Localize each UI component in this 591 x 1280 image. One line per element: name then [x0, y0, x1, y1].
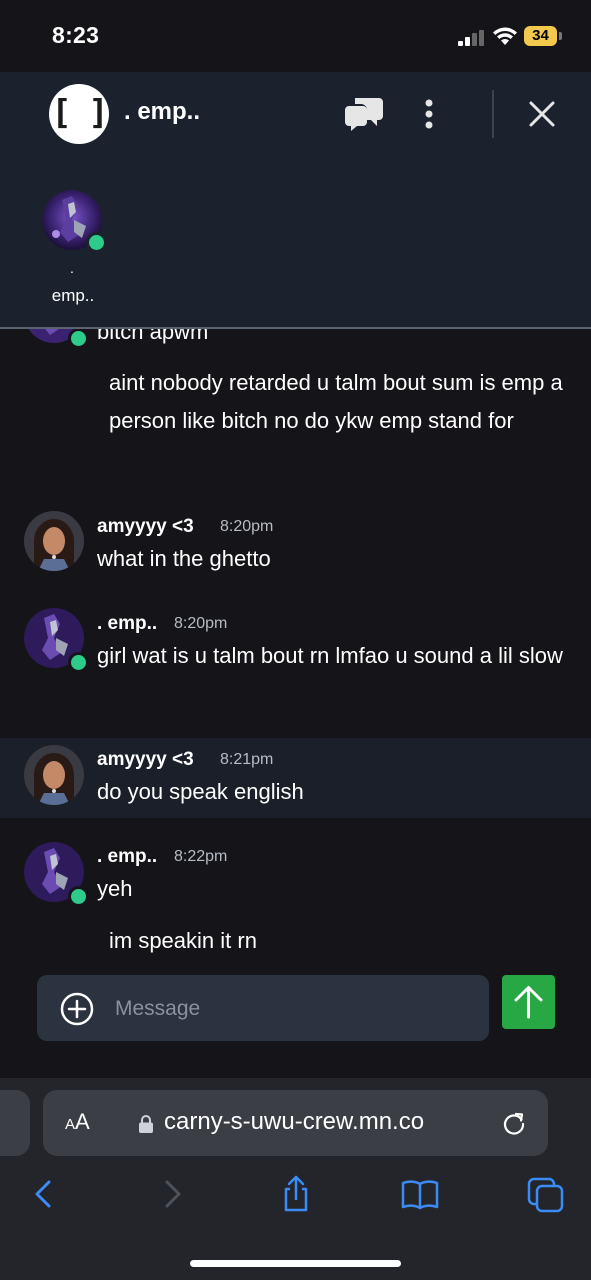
- online-indicator: [68, 329, 89, 349]
- send-button[interactable]: [502, 975, 555, 1029]
- message-text: aint nobody retarded u talm bout sum is …: [109, 370, 563, 433]
- message-composer: Message: [0, 975, 591, 1078]
- status-bar: 8:23 34: [0, 0, 591, 72]
- chat-bubbles-icon[interactable]: [343, 92, 387, 136]
- message-text: do you speak english: [97, 779, 304, 804]
- more-vertical-icon[interactable]: [407, 92, 451, 136]
- message-list[interactable]: bitch apwm aint nobody retarded u talm b…: [0, 329, 591, 979]
- message-input[interactable]: Message: [37, 975, 489, 1041]
- message-avatar[interactable]: [24, 511, 84, 571]
- message-author[interactable]: amyyyy <3: [97, 516, 194, 538]
- online-indicator: [68, 652, 89, 673]
- screen: 8:23 34 [ ] . emp.. . emp.. bitch apwm a…: [0, 0, 591, 1280]
- member-name-dot: .: [70, 260, 74, 276]
- url-text[interactable]: carny-s-uwu-crew.mn.co: [164, 1108, 424, 1136]
- share-icon[interactable]: [276, 1174, 316, 1214]
- wifi-icon: [493, 27, 517, 45]
- message-time: 8:20pm: [220, 518, 274, 535]
- home-indicator[interactable]: [190, 1260, 401, 1267]
- forward-icon[interactable]: [152, 1174, 192, 1214]
- battery-level: 34: [524, 26, 557, 46]
- chat-title[interactable]: . emp..: [124, 98, 200, 126]
- add-attachment-icon[interactable]: [60, 992, 94, 1026]
- member-name[interactable]: emp..: [38, 286, 108, 306]
- message-text: yeh: [97, 876, 133, 901]
- status-time: 8:23: [52, 22, 100, 48]
- browser-toolbar: AA carny-s-uwu-crew.mn.co: [0, 1078, 591, 1280]
- message-text: girl wat is u talm bout rn lmfao u sound…: [97, 643, 563, 668]
- message-time: 8:22pm: [174, 848, 228, 865]
- lock-icon: [139, 1115, 153, 1133]
- amy-avatar-image: [24, 745, 84, 805]
- message-avatar[interactable]: [24, 745, 84, 805]
- message-placeholder: Message: [115, 997, 201, 1020]
- previous-tab-preview[interactable]: [0, 1090, 30, 1156]
- header-divider: [492, 90, 494, 138]
- message-author[interactable]: amyyyy <3: [97, 749, 194, 771]
- member-online-indicator: [86, 232, 107, 253]
- bookmarks-icon[interactable]: [400, 1174, 440, 1214]
- message-text: bitch apwm: [97, 329, 209, 344]
- message-time: 8:20pm: [174, 615, 228, 632]
- send-arrow-up-icon: [514, 986, 543, 1019]
- message-author[interactable]: . emp..: [97, 846, 157, 868]
- reload-icon[interactable]: [501, 1110, 527, 1136]
- battery-icon: 34: [524, 26, 564, 46]
- address-bar[interactable]: AA carny-s-uwu-crew.mn.co: [43, 1090, 548, 1156]
- message-author[interactable]: . emp..: [97, 613, 157, 635]
- battery-tip: [559, 32, 562, 40]
- amy-avatar-image: [24, 511, 84, 571]
- back-icon[interactable]: [24, 1174, 64, 1214]
- tabs-icon[interactable]: [526, 1174, 566, 1214]
- reader-text-size-button[interactable]: AA: [65, 1109, 90, 1135]
- close-icon[interactable]: [520, 92, 564, 136]
- online-indicator: [68, 886, 89, 907]
- message-text: what in the ghetto: [97, 546, 271, 571]
- chat-header: [ ] . emp.. . emp..: [0, 72, 591, 328]
- aa-large-label: A: [75, 1109, 90, 1134]
- aa-small-label: A: [65, 1116, 76, 1133]
- message-time: 8:21pm: [220, 751, 274, 768]
- cellular-signal-icon: [458, 30, 484, 46]
- group-avatar[interactable]: [ ]: [49, 84, 109, 144]
- message-text: im speakin it rn: [109, 928, 257, 953]
